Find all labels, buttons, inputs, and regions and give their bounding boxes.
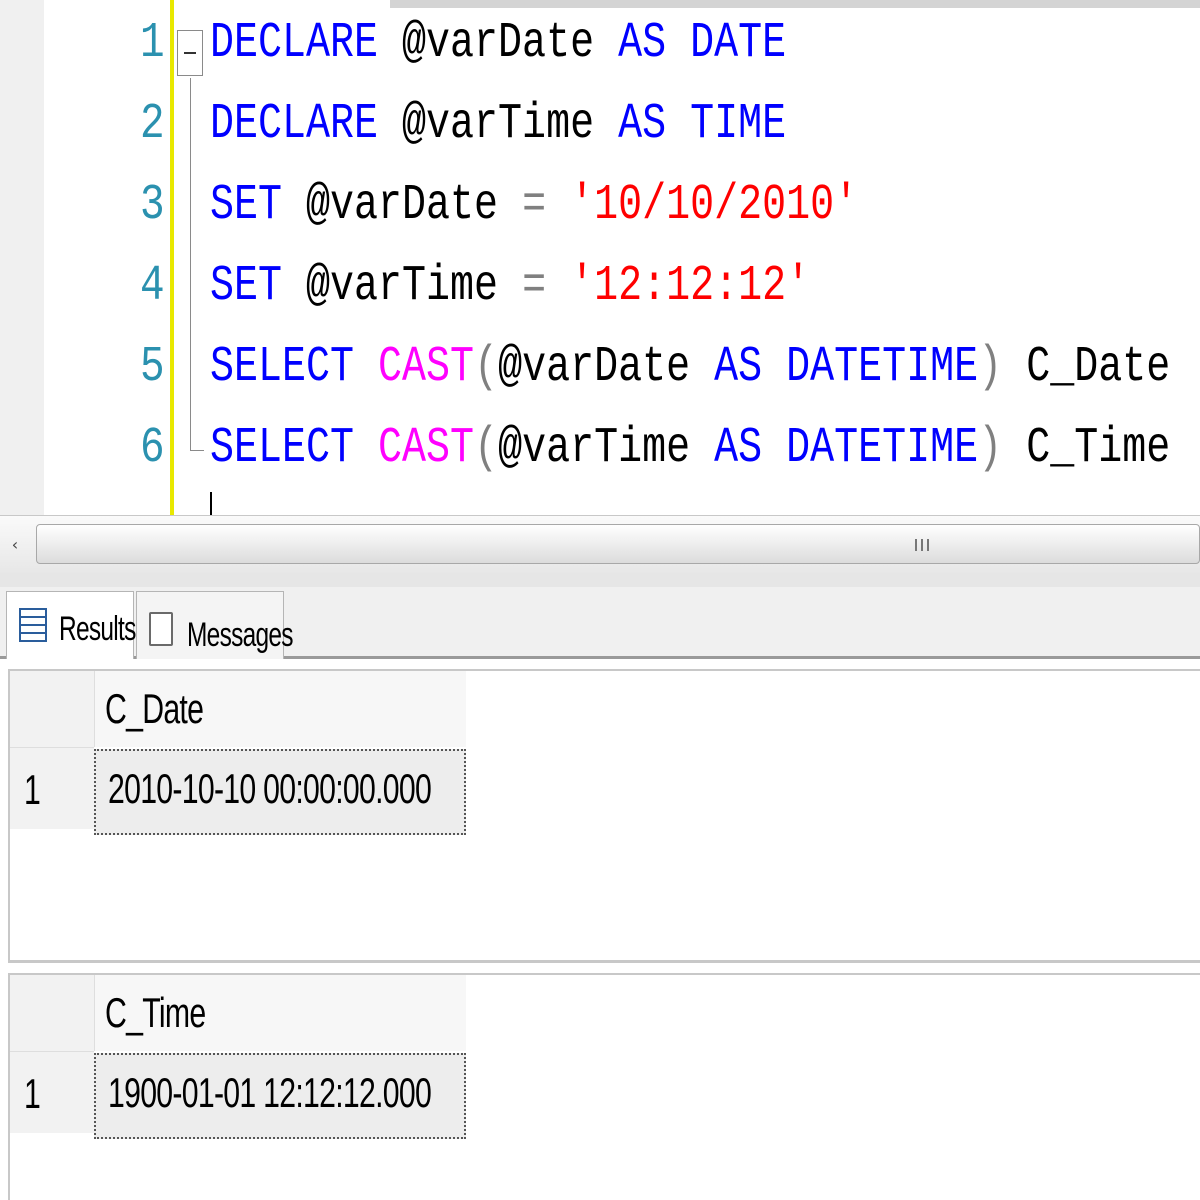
sql-editor[interactable]: DECLARE @varDate AS DATE DECLARE @varTime… [0, 0, 1200, 515]
code-token: SET [210, 258, 283, 315]
result-grid-time[interactable]: C_Time 1 1900-01-01 12:12:12.000 [8, 973, 1200, 1200]
column-header[interactable]: C_Time [94, 975, 466, 1051]
result-cell[interactable]: 2010-10-10 00:00:00.000 [94, 749, 466, 835]
result-cell-value: 1900-01-01 12:12:12.000 [108, 1069, 432, 1116]
row-header[interactable]: 1 [10, 747, 94, 829]
change-tracking-bar [170, 0, 174, 515]
code-token: @varTime [282, 258, 523, 315]
code-token: @varDate [498, 339, 715, 396]
code-line[interactable]: DECLARE @varDate AS DATE [210, 14, 786, 74]
code-token: DATETIME [786, 339, 979, 396]
scroll-left-icon[interactable]: ‹ [0, 528, 30, 562]
code-token: SELECT [210, 339, 355, 396]
line-number: 4 [140, 258, 165, 315]
code-token: AS [714, 339, 763, 396]
code-token: CAST [378, 339, 475, 396]
code-line[interactable]: SELECT CAST(@varTime AS DATETIME) C_Time [210, 419, 1170, 479]
column-header-label: C_Time [105, 989, 206, 1036]
outline-end [190, 450, 204, 451]
messages-icon [149, 610, 179, 646]
grid-corner [10, 975, 94, 1051]
tab-messages[interactable]: Messages [136, 591, 294, 659]
code-line[interactable]: SET @varTime = '12:12:12' [210, 257, 810, 317]
tab-messages-label: Messages [187, 616, 294, 654]
code-token: ( [474, 420, 499, 477]
pane-splitter[interactable] [0, 573, 1200, 587]
tab-results[interactable]: Results [6, 591, 136, 659]
code-token: SET [210, 177, 283, 234]
code-token: '12:12:12' [570, 258, 811, 315]
code-token: DATETIME [786, 420, 979, 477]
code-token: '10/10/2010' [570, 177, 859, 234]
collapse-icon[interactable] [177, 30, 203, 76]
line-number: 6 [140, 420, 165, 477]
code-token: TIME [690, 96, 787, 153]
text-caret [210, 492, 212, 515]
outline-line [190, 78, 191, 450]
code-line[interactable]: SET @varDate = '10/10/2010' [210, 176, 858, 236]
row-header[interactable]: 1 [10, 1051, 94, 1133]
code-token: ( [474, 339, 499, 396]
result-cell-value: 2010-10-10 00:00:00.000 [108, 765, 432, 812]
results-pane: C_Date 1 2010-10-10 00:00:00.000 C_Time … [0, 659, 1200, 1200]
column-header-label: C_Date [105, 685, 204, 732]
code-token: ) [978, 420, 1003, 477]
code-token: DATE [690, 15, 787, 72]
code-token: C_Date [1002, 339, 1171, 396]
line-number: 3 [140, 177, 165, 234]
code-token: AS [618, 15, 667, 72]
results-tab-bar: Results Messages [0, 587, 1200, 659]
code-token: @varDate [378, 15, 619, 72]
code-token: SELECT [210, 420, 355, 477]
editor-margin [0, 0, 44, 515]
code-token: AS [618, 96, 667, 153]
scroll-thumb[interactable] [36, 524, 1200, 564]
column-header[interactable]: C_Date [94, 671, 466, 747]
editor-top-shade [390, 0, 1200, 8]
code-token: @varDate [282, 177, 523, 234]
tab-results-label: Results [59, 610, 136, 648]
code-token: @varTime [498, 420, 715, 477]
code-token: = [522, 258, 547, 315]
code-token: ) [978, 339, 1003, 396]
code-token: @varTime [378, 96, 619, 153]
row-number: 1 [24, 766, 41, 813]
code-line[interactable]: SELECT CAST(@varDate AS DATETIME) C_Date [210, 338, 1170, 398]
code-token: = [522, 177, 547, 234]
row-number: 1 [24, 1070, 41, 1117]
line-number: 1 [140, 15, 165, 72]
result-grid-date[interactable]: C_Date 1 2010-10-10 00:00:00.000 [8, 669, 1200, 963]
result-cell[interactable]: 1900-01-01 12:12:12.000 [94, 1053, 466, 1139]
code-token: CAST [378, 420, 475, 477]
line-number: 2 [140, 96, 165, 153]
code-token: DECLARE [210, 15, 379, 72]
grip-icon [915, 539, 929, 551]
line-number: 5 [140, 339, 165, 396]
code-token: AS [714, 420, 763, 477]
grid-corner [10, 671, 94, 747]
horizontal-scrollbar[interactable]: ‹ [0, 515, 1200, 573]
code-line[interactable]: DECLARE @varTime AS TIME [210, 95, 786, 155]
grid-icon [19, 608, 47, 642]
code-token: DECLARE [210, 96, 379, 153]
code-token: C_Time [1002, 420, 1171, 477]
